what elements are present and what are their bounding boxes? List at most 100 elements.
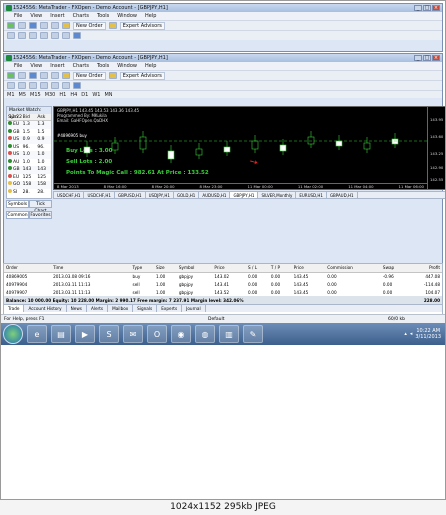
navigator-icon[interactable]	[40, 22, 48, 29]
outlook-icon[interactable]: O	[147, 325, 167, 343]
close-button[interactable]: ×	[432, 55, 440, 61]
market-watch-row[interactable]: GB 1.5 1.5	[7, 128, 51, 137]
market-watch-row[interactable]: GB 143 143	[7, 166, 51, 174]
firefox-icon[interactable]: ◍	[195, 325, 215, 343]
chart-tab-active[interactable]: GBPJPY,H1	[230, 192, 259, 198]
folder-icon[interactable]: ▤	[51, 325, 71, 343]
browser-icon[interactable]: ◉	[171, 325, 191, 343]
tab-signals[interactable]: Signals	[133, 305, 158, 312]
periods-icon[interactable]	[73, 32, 81, 39]
col-type[interactable]: Type	[130, 264, 154, 273]
mail-icon[interactable]: ✉	[123, 325, 143, 343]
tab-common[interactable]: Common	[6, 211, 29, 219]
market-watch-row[interactable]: EU 125 125	[7, 173, 51, 182]
column-bid[interactable]: Bid	[22, 114, 37, 120]
menu-help[interactable]: Help	[145, 62, 156, 70]
column-symbol[interactable]: Sym	[7, 114, 22, 120]
expert-advisors-button[interactable]: Expert Advisors	[119, 71, 165, 80]
cursor-icon[interactable]	[7, 32, 15, 39]
col-price[interactable]: Price	[212, 264, 246, 273]
col-current-price[interactable]: Price	[291, 264, 326, 273]
network-icon[interactable]: ▴	[404, 331, 407, 337]
market-watch-row[interactable]: US 1.0 1.0	[7, 151, 51, 159]
col-swap[interactable]: Swap	[380, 264, 408, 273]
menu-tools[interactable]: Tools	[97, 12, 109, 20]
timeframe-m5[interactable]: M5	[19, 91, 27, 98]
minimize-button[interactable]: _	[414, 5, 422, 11]
timeframe-d1[interactable]: D1	[81, 91, 88, 98]
menu-window[interactable]: Window	[117, 12, 137, 20]
media-player-icon[interactable]: ▶	[75, 325, 95, 343]
menu-view[interactable]: View	[30, 12, 42, 20]
zoom-out-icon[interactable]	[62, 82, 70, 89]
market-watch-icon[interactable]	[29, 22, 37, 29]
start-button[interactable]	[3, 324, 23, 344]
tab-alerts[interactable]: Alerts	[87, 305, 109, 312]
menu-tools[interactable]: Tools	[97, 62, 109, 70]
chart-tab[interactable]: AUDUSD,H1	[199, 192, 231, 198]
crosshair-icon[interactable]	[18, 82, 26, 89]
close-button[interactable]: ×	[432, 5, 440, 11]
timeframe-mn[interactable]: MN	[104, 91, 112, 98]
timeframe-m15[interactable]: M15	[30, 91, 41, 98]
tab-news[interactable]: News	[67, 305, 87, 312]
order-row[interactable]: 40979904 2013.03.11 11:13 sell 1.00 gbpjpy 14…	[4, 280, 442, 288]
profiles-icon[interactable]	[18, 22, 26, 29]
periods-icon[interactable]	[73, 82, 81, 89]
chart-tab[interactable]: USDCHF,H1	[84, 192, 115, 198]
col-sl[interactable]: S / L	[245, 264, 269, 273]
tab-mailbox[interactable]: Mailbox	[108, 305, 134, 312]
market-watch-row[interactable]: EU 1.3 1.3	[7, 121, 51, 129]
col-tp[interactable]: T / P	[268, 264, 292, 273]
market-watch-icon[interactable]	[29, 72, 37, 79]
new-chart-icon[interactable]	[7, 22, 15, 29]
zoom-in-icon[interactable]	[51, 32, 59, 39]
col-symbol[interactable]: Symbol	[176, 264, 213, 273]
maximize-button[interactable]: □	[423, 5, 431, 11]
volume-icon[interactable]: ◂	[410, 331, 413, 337]
market-watch-row[interactable]: GO 158 158	[7, 181, 51, 189]
line-icon[interactable]	[29, 82, 37, 89]
crosshair-icon[interactable]	[18, 32, 26, 39]
menu-insert[interactable]: Insert	[50, 62, 64, 70]
market-watch-row[interactable]: AU 1.0 1.0	[7, 158, 51, 167]
maximize-button[interactable]: □	[423, 55, 431, 61]
strategy-tester-icon[interactable]	[62, 22, 70, 29]
timeframe-w1[interactable]: W1	[92, 91, 100, 98]
menu-view[interactable]: View	[30, 62, 42, 70]
paint-icon[interactable]: ✎	[243, 325, 263, 343]
menu-charts[interactable]: Charts	[73, 62, 89, 70]
tab-experts[interactable]: Experts	[157, 305, 183, 312]
line-icon[interactable]	[29, 32, 37, 39]
col-profit[interactable]: Profit	[407, 264, 442, 273]
menu-help[interactable]: Help	[145, 12, 156, 20]
order-row[interactable]: 40869005 2013.03.08 09:16 buy 1.00 gbpjpy 143…	[4, 272, 442, 280]
navigator-icon[interactable]	[40, 72, 48, 79]
ie-icon[interactable]: e	[27, 325, 47, 343]
skype-icon[interactable]: S	[99, 325, 119, 343]
new-order-button[interactable]: New Order	[73, 71, 106, 80]
market-watch-row[interactable]: US 96. 96.	[7, 143, 51, 152]
new-order-button[interactable]: New Order	[73, 21, 106, 30]
menu-window[interactable]: Window	[117, 62, 137, 70]
zoom-in-icon[interactable]	[51, 82, 59, 89]
profiles-icon[interactable]	[18, 72, 26, 79]
timeframe-m1[interactable]: M1	[7, 91, 15, 98]
menu-file[interactable]: File	[14, 62, 22, 70]
metaeditor-icon[interactable]	[108, 22, 117, 29]
new-chart-icon[interactable]	[7, 72, 15, 79]
minimize-button[interactable]: _	[414, 55, 422, 61]
col-size[interactable]: Size	[153, 264, 177, 273]
chart-tab[interactable]: GBPAUD,H1	[327, 192, 358, 198]
chart-tab[interactable]: USDJPY,H1	[146, 192, 174, 198]
col-commission[interactable]: Commission	[325, 264, 381, 273]
zoom-out-icon[interactable]	[62, 32, 70, 39]
menu-charts[interactable]: Charts	[73, 12, 89, 20]
col-time[interactable]: Time	[51, 264, 131, 273]
market-watch-row[interactable]: US 0.9 0.9	[7, 136, 51, 144]
terminal-icon[interactable]	[51, 72, 59, 79]
terminal-icon[interactable]	[51, 22, 59, 29]
timeframe-h4[interactable]: H4	[70, 91, 77, 98]
chart-tab[interactable]: USDCHF,H1	[54, 192, 85, 198]
metaeditor-icon[interactable]	[108, 72, 117, 79]
